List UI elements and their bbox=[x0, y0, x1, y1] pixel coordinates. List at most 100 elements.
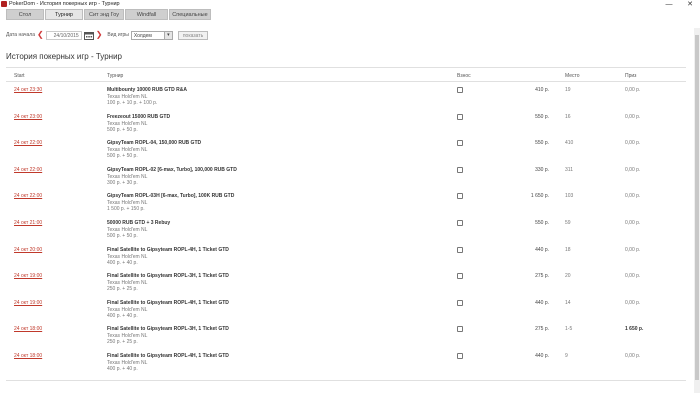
start-time-link[interactable]: 24 окт 20:00 bbox=[14, 247, 42, 253]
start-time-link[interactable]: 24 окт 21:00 bbox=[14, 220, 42, 226]
table-row: 24 окт 23:00 Freezeout 15000 RUB GTD Texas… bbox=[6, 111, 686, 137]
details-icon[interactable] bbox=[457, 353, 463, 359]
tournament-name: Freezeout 15000 RUB GTD bbox=[107, 113, 171, 120]
column-header-prize[interactable]: Приз bbox=[625, 73, 636, 79]
buyin-detail: 100 p. + 10 p. + 100 p. bbox=[107, 100, 158, 106]
table-row: 24 окт 22:00 GipsyTeam ROPL-02 [6-max, Tu… bbox=[6, 164, 686, 190]
start-time-link[interactable]: 24 окт 22:00 bbox=[14, 167, 42, 173]
tournament-name: GipsyTeam ROPL-03H [6-max, Turbo], 100K … bbox=[107, 193, 235, 200]
buyin-detail: 1 500 p. + 150 p. bbox=[107, 206, 145, 213]
details-icon[interactable] bbox=[457, 193, 463, 200]
next-date-arrow-icon[interactable]: ❯ bbox=[96, 29, 103, 41]
chevron-down-icon: ▾ bbox=[163, 31, 172, 39]
details-icon[interactable] bbox=[457, 140, 463, 147]
bottom-divider bbox=[6, 380, 686, 381]
game-type-select[interactable]: Холдем ▾ bbox=[130, 30, 173, 40]
place: 311 bbox=[565, 166, 573, 173]
minimize-button[interactable]: — bbox=[663, 0, 675, 9]
prize: 0,00 р. bbox=[625, 140, 641, 147]
start-time-link[interactable]: 24 окт 23:00 bbox=[14, 114, 42, 120]
tournament-name: 50000 RUB GTD + 3 Rebuy bbox=[107, 220, 171, 226]
table-row: 24 окт 20:00 Final Satellite to Gipsyteam… bbox=[6, 244, 686, 270]
tournament-name: GipsyTeam ROPL-04, 150,000 RUB GTD bbox=[107, 140, 202, 147]
place: 103 bbox=[565, 193, 574, 200]
table-row: 24 окт 23:30 Multibounty 10000 RUB GTD R&… bbox=[6, 84, 686, 110]
details-icon[interactable] bbox=[457, 246, 463, 253]
header-divider bbox=[6, 81, 686, 82]
start-time-link[interactable]: 24 окт 18:00 bbox=[14, 326, 42, 332]
show-button[interactable]: показать bbox=[177, 30, 209, 40]
table-row: 24 окт 18:00 Final Satellite to Gipsyteam… bbox=[6, 323, 686, 349]
details-icon[interactable] bbox=[457, 273, 463, 280]
date-label: Дата начала bbox=[6, 32, 35, 38]
table-row: 24 окт 22:00 GipsyTeam ROPL-04, 150,000 R… bbox=[6, 137, 686, 163]
buyin-detail: 300 p. + 30 p. bbox=[107, 179, 138, 186]
place: 19 bbox=[565, 87, 571, 93]
buyin-detail: 500 p. + 50 p. bbox=[107, 153, 138, 160]
place: 1-5 bbox=[565, 326, 573, 333]
column-header-start[interactable]: Start bbox=[14, 73, 25, 79]
tournament-name: Final Satellite to Gipsyteam ROPL-3H, 1 … bbox=[107, 273, 229, 280]
start-time-link[interactable]: 24 окт 19:00 bbox=[14, 300, 42, 306]
calendar-icon[interactable] bbox=[83, 31, 94, 40]
page-title: История покерных игр - Турнир bbox=[6, 52, 122, 61]
column-header-tournament[interactable]: Турнир bbox=[107, 73, 123, 79]
date-input[interactable]: 24/10/2015 bbox=[45, 30, 82, 40]
start-time-link[interactable]: 24 окт 23:30 bbox=[14, 87, 42, 93]
close-button[interactable]: ✕ bbox=[684, 0, 696, 9]
buyin-amount: 440 р. bbox=[535, 353, 549, 359]
prize: 0,00 р. bbox=[625, 87, 641, 93]
game-type-value: Холдем bbox=[133, 32, 152, 39]
table-row: 24 окт 19:00 Final Satellite to Gipsyteam… bbox=[6, 297, 686, 323]
tab-windfall[interactable]: Windfall bbox=[125, 9, 168, 20]
table-row: 24 окт 22:00 GipsyTeam ROPL-03H [6-max, T… bbox=[6, 190, 686, 216]
place: 14 bbox=[565, 299, 571, 306]
game-type-label: Вид игры bbox=[107, 32, 129, 38]
tab-tournament[interactable]: Турнир bbox=[45, 9, 83, 20]
tournament-name: GipsyTeam ROPL-02 [6-max, Turbo], 100,00… bbox=[107, 166, 237, 173]
buyin-detail: 500 p. + 50 p. bbox=[107, 233, 138, 239]
column-header-place[interactable]: Место bbox=[565, 73, 580, 79]
start-time-link[interactable]: 24 окт 22:00 bbox=[14, 193, 42, 199]
details-icon[interactable] bbox=[457, 166, 463, 173]
prize: 0,00 р. bbox=[625, 193, 641, 200]
buyin-amount: 275 р. bbox=[535, 273, 549, 280]
tab-sit-and-go[interactable]: Сит энд Гоу bbox=[84, 9, 124, 20]
tab-special[interactable]: Специальные bbox=[169, 9, 211, 20]
start-time-link[interactable]: 24 окт 18:00 bbox=[14, 353, 42, 359]
prize: 1 650 р. bbox=[625, 326, 644, 333]
tournament-name: Final Satellite to Gipsyteam ROPL-4H, 1 … bbox=[107, 299, 229, 306]
window-title: PokerDom - История покерных игр - Турнир bbox=[9, 1, 120, 7]
filter-bar: Дата начала ❮ 24/10/2015 ❯ Вид игры Холд… bbox=[6, 29, 209, 41]
column-header-buyin[interactable]: Взнос bbox=[457, 73, 471, 79]
details-icon[interactable] bbox=[457, 87, 463, 93]
start-time-link[interactable]: 24 окт 22:00 bbox=[14, 140, 42, 146]
details-icon[interactable] bbox=[457, 113, 463, 120]
prize: 0,00 р. bbox=[625, 353, 641, 359]
place: 410 bbox=[565, 140, 574, 147]
place: 9 bbox=[565, 353, 568, 359]
tab-table[interactable]: Стол bbox=[6, 9, 44, 20]
prize: 0,00 р. bbox=[625, 273, 641, 280]
buyin-amount: 440 р. bbox=[535, 246, 549, 253]
buyin-detail: 400 p. + 40 p. bbox=[107, 259, 138, 266]
buyin-detail: 250 p. + 25 p. bbox=[107, 339, 138, 346]
details-icon[interactable] bbox=[457, 326, 463, 333]
prize: 0,00 р. bbox=[625, 299, 641, 306]
buyin-amount: 1 650 р. bbox=[530, 193, 549, 200]
tab-bar: Стол Турнир Сит энд Гоу Windfall Специал… bbox=[6, 9, 211, 20]
scrollbar-thumb[interactable] bbox=[695, 35, 699, 380]
buyin-amount: 550 р. bbox=[535, 220, 549, 226]
prize: 0,00 р. bbox=[625, 246, 641, 253]
prev-date-arrow-icon[interactable]: ❮ bbox=[37, 29, 44, 41]
table-row: 24 окт 18:00 Final Satellite to Gipsyteam… bbox=[6, 350, 686, 376]
prize: 0,00 р. bbox=[625, 220, 641, 226]
place: 59 bbox=[565, 220, 571, 226]
buyin-amount: 410 р. bbox=[535, 87, 549, 93]
table-row: 24 окт 19:00 Final Satellite to Gipsyteam… bbox=[6, 270, 686, 296]
details-icon[interactable] bbox=[457, 220, 463, 226]
buyin-detail: 500 p. + 50 p. bbox=[107, 126, 138, 133]
buyin-amount: 550 р. bbox=[535, 113, 549, 120]
start-time-link[interactable]: 24 окт 19:00 bbox=[14, 273, 42, 279]
details-icon[interactable] bbox=[457, 299, 463, 306]
